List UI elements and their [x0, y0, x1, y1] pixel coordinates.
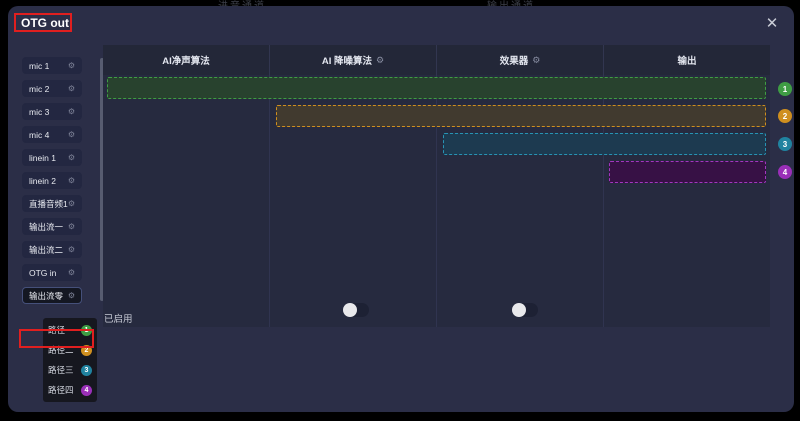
path-dropdown-menu: 路径一 1 路径二 2 路径三 3 路径四 4: [43, 318, 97, 402]
gear-icon[interactable]: ⚙: [532, 55, 540, 66]
dialog-title-annotation-box: OTG out: [14, 13, 72, 32]
sidebar-item-output-stream-zero-selected[interactable]: 输出流零 ⚙: [22, 287, 82, 304]
sidebar-item-mic-1[interactable]: mic 1 ⚙: [22, 57, 82, 74]
sidebar-item-label: 输出流一: [29, 221, 63, 233]
path-number-badge: 2: [81, 345, 92, 356]
path-3-end-badge: 3: [778, 137, 792, 151]
path-number-badge: 1: [81, 325, 92, 336]
gear-icon[interactable]: ⚙: [68, 131, 75, 139]
column-header-output: 输出: [603, 45, 770, 75]
gear-icon[interactable]: ⚙: [68, 292, 75, 300]
sidebar-item-label: 直播音频1: [29, 198, 68, 210]
sidebar-item-label: 输出流零: [29, 290, 63, 302]
gear-icon[interactable]: ⚙: [68, 223, 75, 231]
otg-out-dialog: OTG out ✕ mic 1 ⚙ mic 2 ⚙ mic 3 ⚙ mic 4 …: [8, 6, 794, 412]
sidebar-item-label: mic 2: [29, 84, 49, 94]
routing-table: AI净声算法 AI 降噪算法 ⚙ 效果器 ⚙ 输出: [103, 45, 770, 327]
path-menu-item-2[interactable]: 路径二 2: [43, 340, 97, 360]
path-label: 路径三: [48, 364, 74, 376]
enabled-status-label: 已启用: [104, 311, 133, 325]
sidebar-item-label: linein 2: [29, 176, 56, 186]
path-2-end-badge: 2: [778, 109, 792, 123]
sidebar-item-label: mic 1: [29, 61, 49, 71]
gear-icon[interactable]: ⚙: [68, 177, 75, 185]
ai-denoise-toggle[interactable]: [343, 303, 369, 317]
column-header-effects: 效果器 ⚙: [436, 45, 603, 75]
gear-icon[interactable]: ⚙: [68, 269, 75, 277]
path-menu-item-3[interactable]: 路径三 3: [43, 360, 97, 380]
column-header-ai-denoise: AI 降噪算法 ⚙: [269, 45, 436, 75]
path-1-routing-bar[interactable]: [107, 77, 766, 99]
path-4-routing-bar[interactable]: [609, 161, 766, 183]
path-number-badge: 3: [81, 365, 92, 376]
table-body: 已启用: [103, 75, 770, 327]
sidebar-item-label: mic 4: [29, 130, 49, 140]
path-menu-item-1[interactable]: 路径一 1: [43, 320, 97, 340]
path-label: 路径二: [48, 344, 74, 356]
column-header-label: AI净声算法: [162, 53, 210, 67]
sidebar-item-mic-4[interactable]: mic 4 ⚙: [22, 126, 82, 143]
gear-icon[interactable]: ⚙: [68, 200, 75, 208]
sidebar-item-label: mic 3: [29, 107, 49, 117]
sidebar-item-output-stream-1[interactable]: 输出流一 ⚙: [22, 218, 82, 235]
sidebar-item-mic-2[interactable]: mic 2 ⚙: [22, 80, 82, 97]
gear-icon[interactable]: ⚙: [376, 55, 384, 66]
close-icon[interactable]: ✕: [763, 14, 781, 32]
sidebar-item-otg-in[interactable]: OTG in ⚙: [22, 264, 82, 281]
column-ai-clean-sound: [103, 75, 269, 327]
sidebar-item-label: linein 1: [29, 153, 56, 163]
path-number-badge: 4: [81, 385, 92, 396]
toggle-knob: [512, 303, 526, 317]
path-2-routing-bar[interactable]: [276, 105, 766, 127]
gear-icon[interactable]: ⚙: [68, 154, 75, 162]
gear-icon[interactable]: ⚙: [68, 62, 75, 70]
gear-icon[interactable]: ⚙: [68, 246, 75, 254]
sidebar-item-linein-1[interactable]: linein 1 ⚙: [22, 149, 82, 166]
page-title: OTG out: [21, 16, 69, 30]
sidebar-item-label: 输出流二: [29, 244, 63, 256]
path-4-end-badge: 4: [778, 165, 792, 179]
sidebar-item-label: OTG in: [29, 268, 56, 278]
path-label: 路径四: [48, 384, 74, 396]
channel-sidebar: mic 1 ⚙ mic 2 ⚙ mic 3 ⚙ mic 4 ⚙ linein 1…: [22, 57, 82, 310]
path-label: 路径一: [48, 324, 74, 336]
column-header-label: 效果器: [500, 53, 529, 67]
sidebar-item-live-audio-1[interactable]: 直播音频1 ⚙: [22, 195, 82, 212]
column-header-label: AI 降噪算法: [322, 53, 372, 67]
gear-icon[interactable]: ⚙: [68, 85, 75, 93]
effects-toggle[interactable]: [512, 303, 538, 317]
path-1-end-badge: 1: [778, 82, 792, 96]
sidebar-item-mic-3[interactable]: mic 3 ⚙: [22, 103, 82, 120]
table-header-row: AI净声算法 AI 降噪算法 ⚙ 效果器 ⚙ 输出: [103, 45, 770, 75]
path-menu-item-4[interactable]: 路径四 4: [43, 380, 97, 400]
path-3-routing-bar[interactable]: [443, 133, 766, 155]
sidebar-item-linein-2[interactable]: linein 2 ⚙: [22, 172, 82, 189]
column-header-ai-clean-sound: AI净声算法: [103, 45, 269, 75]
column-header-label: 输出: [677, 53, 696, 67]
gear-icon[interactable]: ⚙: [68, 108, 75, 116]
sidebar-item-output-stream-2[interactable]: 输出流二 ⚙: [22, 241, 82, 258]
toggle-knob: [343, 303, 357, 317]
